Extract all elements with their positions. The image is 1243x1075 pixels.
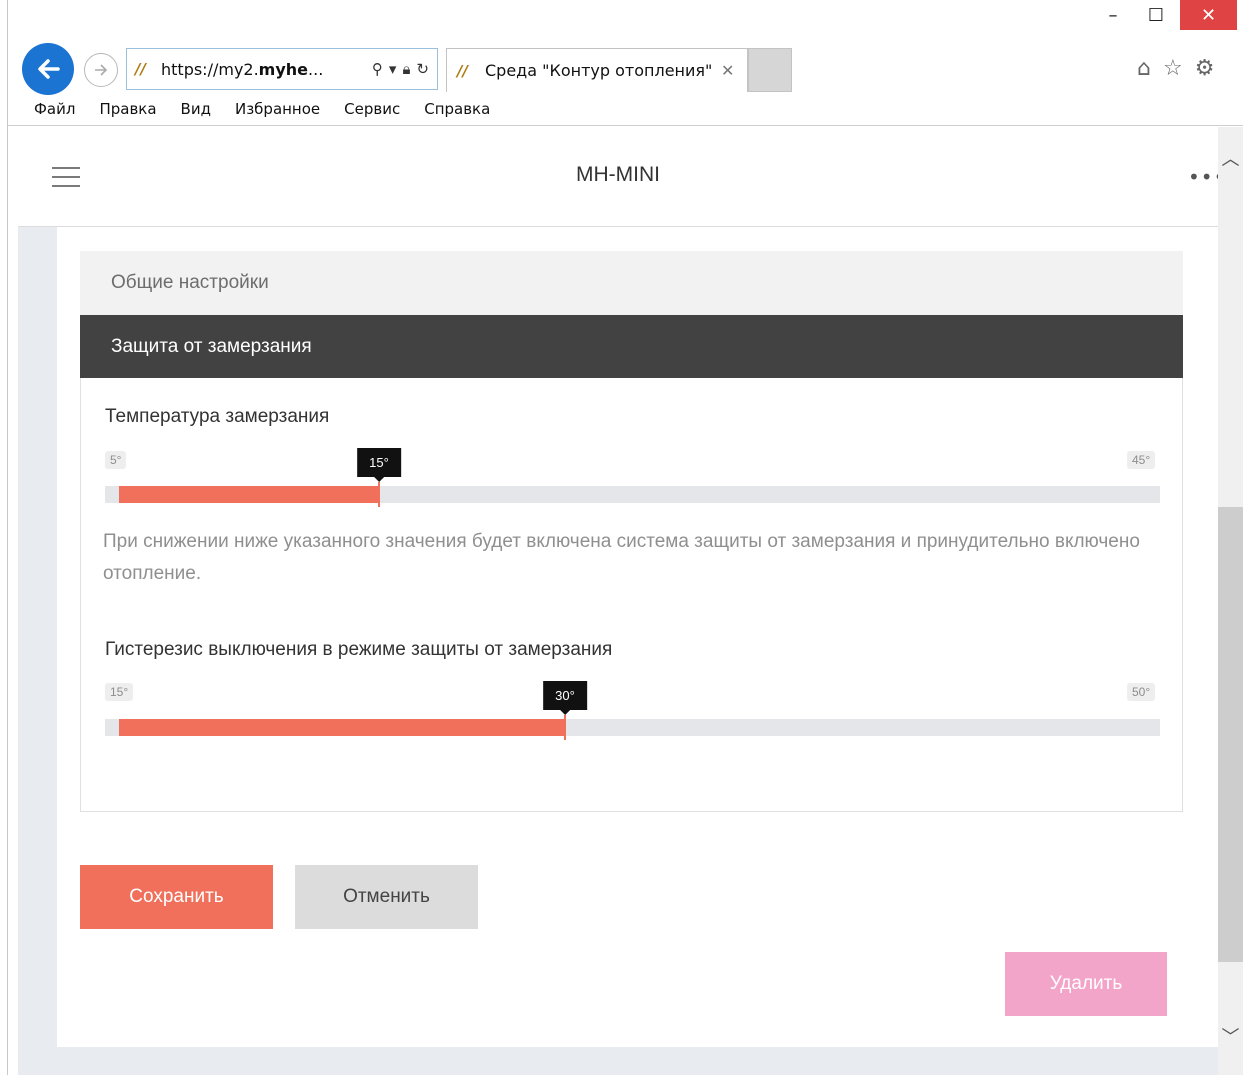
close-window-button[interactable]: ✕ (1180, 0, 1237, 30)
freeze-temp-tooltip: 15° (357, 448, 401, 482)
freeze-temp-hint: При снижении ниже указанного значения бу… (103, 531, 1140, 584)
forward-button[interactable] (84, 53, 118, 87)
freeze-temp-label: Температура замерзания (105, 406, 330, 427)
dropdown-icon[interactable]: ▾ (389, 60, 397, 78)
search-icon[interactable]: ⚲ (372, 60, 383, 78)
freeze-temp-fill (119, 486, 379, 503)
hysteresis-min: 15° (105, 683, 134, 701)
scroll-up-icon[interactable]: ︿ (1218, 145, 1243, 171)
hysteresis-slider[interactable]: 30° (105, 681, 1160, 740)
back-button[interactable] (22, 43, 74, 95)
menu-edit[interactable]: Правка (87, 100, 168, 118)
freeze-temp-slider[interactable]: 15° (105, 448, 1160, 507)
hysteresis-max: 50° (1127, 683, 1156, 701)
minimize-button[interactable]: – (1095, 0, 1131, 30)
hysteresis-fill (119, 719, 565, 736)
tab-title: Среда "Контур отопления" (485, 61, 713, 80)
lock-icon[interactable]: 🔒︎ (402, 60, 410, 78)
new-tab-button[interactable] (748, 48, 792, 92)
site-favicon-icon: // (135, 60, 146, 78)
freeze-temp-handle[interactable] (378, 482, 380, 507)
scrollbar-thumb[interactable] (1218, 507, 1243, 962)
address-url[interactable]: https://my2.myhe... (161, 60, 372, 79)
back-arrow-icon (38, 59, 60, 79)
save-button[interactable]: Сохранить (80, 865, 273, 929)
section-freeze-protection[interactable]: Защита от замерзания (80, 315, 1183, 378)
menu-favorites[interactable]: Избранное (223, 100, 332, 118)
freeze-temp-max: 45° (1127, 451, 1156, 469)
browser-tab-active[interactable]: // Среда "Контур отопления" ✕ (446, 48, 748, 92)
star-icon[interactable]: ☆ (1163, 56, 1183, 81)
delete-button[interactable]: Удалить (1005, 952, 1167, 1016)
gear-icon[interactable]: ⚙ (1195, 56, 1215, 81)
forward-arrow-icon (95, 64, 108, 76)
tab-close-icon[interactable]: ✕ (721, 61, 747, 80)
section-freeze-label: Защита от замерзания (111, 335, 312, 357)
address-bar[interactable]: // https://my2.myhe... ⚲ ▾ 🔒︎ ↻ (126, 48, 438, 90)
menu-help[interactable]: Справка (412, 100, 502, 118)
freeze-protection-panel: Температура замерзания 5° 45° 15° При сн… (80, 378, 1183, 812)
menu-tools[interactable]: Сервис (332, 100, 412, 118)
hysteresis-label: Гистерезис выключения в режиме защиты от… (105, 639, 613, 660)
menu-view[interactable]: Вид (169, 100, 223, 118)
maximize-button[interactable]: ☐ (1138, 0, 1174, 30)
home-icon[interactable]: ⌂ (1137, 56, 1151, 81)
scroll-down-icon[interactable]: ﹀ (1218, 1023, 1243, 1049)
section-general-settings[interactable]: Общие настройки (80, 251, 1183, 315)
page-content: MH-MINI ••• Общие настройки Защита от за… (18, 127, 1225, 1075)
freeze-temp-min: 5° (105, 451, 127, 469)
app-header: MH-MINI ••• (18, 127, 1225, 227)
menu-bar: Файл Правка Вид Избранное Сервис Справка (8, 92, 1243, 126)
hysteresis-handle[interactable] (564, 715, 566, 740)
section-general-label: Общие настройки (111, 272, 269, 293)
menu-file[interactable]: Файл (8, 100, 87, 118)
cancel-button[interactable]: Отменить (295, 865, 478, 929)
vertical-scrollbar[interactable]: ︿ ﹀ (1218, 127, 1243, 1075)
hysteresis-tooltip: 30° (543, 681, 587, 715)
app-title: MH-MINI (576, 163, 660, 186)
refresh-icon[interactable]: ↻ (416, 60, 429, 78)
tab-favicon-icon: // (457, 61, 468, 80)
